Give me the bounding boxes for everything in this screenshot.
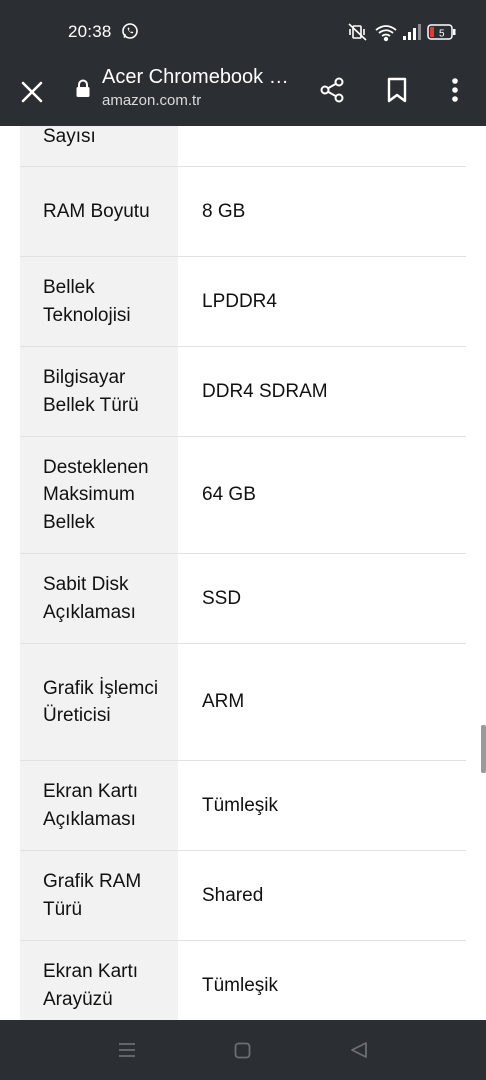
page-content: Bellek Yuvası Sayısı 1 RAM Boyutu 8 GB B… xyxy=(0,126,486,1020)
spec-value: Tümleşik xyxy=(202,974,279,996)
signal-icon xyxy=(403,24,421,40)
recents-button[interactable] xyxy=(118,1042,136,1063)
page-url[interactable]: amazon.com.tr xyxy=(102,92,201,109)
spec-row: Ekran Kartı Arayüzü Tümleşik xyxy=(20,941,466,1020)
spec-table: Bellek Yuvası Sayısı 1 RAM Boyutu 8 GB B… xyxy=(20,126,466,1020)
spec-key: Sabit Disk Açıklaması xyxy=(20,554,178,643)
more-options-button[interactable] xyxy=(437,72,473,108)
spec-key: Ekran Kartı Arayüzü xyxy=(20,941,178,1020)
spec-value: Shared xyxy=(202,884,264,906)
spec-value: Tümleşik xyxy=(202,794,279,816)
back-button[interactable] xyxy=(350,1041,368,1064)
mute-vibrate-icon xyxy=(348,23,367,41)
page-title[interactable]: Acer Chromebook Spin 311 CP311-3H-K1RY D… xyxy=(102,66,298,89)
spec-row: Ekran Kartı Açıklaması Tümleşik xyxy=(20,761,466,851)
recents-icon xyxy=(119,1043,135,1057)
bookmark-button[interactable] xyxy=(379,72,415,108)
close-icon xyxy=(21,81,43,103)
spec-key: Bellek Yuvası Sayısı xyxy=(20,126,178,166)
lock-icon xyxy=(75,79,91,103)
spec-value: LPDDR4 xyxy=(202,290,277,312)
spec-row: Bilgisayar Bellek Türü DDR4 SDRAM xyxy=(20,347,466,437)
back-icon xyxy=(351,1042,367,1058)
spec-value: SSD xyxy=(202,587,242,609)
spec-row: Desteklenen Maksimum Bellek 64 GB xyxy=(20,437,466,554)
status-bar: 20:38 5 xyxy=(0,0,486,62)
spec-key: Grafik RAM Türü xyxy=(20,851,178,940)
spec-row: RAM Boyutu 8 GB xyxy=(20,167,466,257)
home-icon xyxy=(234,1042,251,1059)
spec-row: Sabit Disk Açıklaması SSD xyxy=(20,554,466,644)
spec-row: Bellek Teknolojisi LPDDR4 xyxy=(20,257,466,347)
spec-row: Grafik İşlemci Üreticisi ARM xyxy=(20,644,466,761)
more-vert-icon xyxy=(452,78,458,102)
spec-value: DDR4 SDRAM xyxy=(202,380,328,402)
spec-key: Bilgisayar Bellek Türü xyxy=(20,347,178,436)
spec-value: 64 GB xyxy=(202,484,256,505)
status-time: 20:38 xyxy=(68,22,112,41)
svg-text:5: 5 xyxy=(439,29,445,40)
spec-value: ARM xyxy=(202,691,245,712)
share-icon xyxy=(320,77,344,103)
browser-toolbar: Acer Chromebook Spin 311 CP311-3H-K1RY D… xyxy=(0,62,486,126)
spec-key: Grafik İşlemci Üreticisi xyxy=(20,644,178,760)
spec-key: RAM Boyutu xyxy=(20,167,178,256)
wifi-icon xyxy=(375,25,397,42)
spec-row: Grafik RAM Türü Shared xyxy=(20,851,466,941)
system-nav-bar xyxy=(0,1020,486,1080)
spec-key: Bellek Teknolojisi xyxy=(20,257,178,346)
spec-key: Ekran Kartı Açıklaması xyxy=(20,761,178,850)
share-button[interactable] xyxy=(314,72,350,108)
spec-value: 8 GB xyxy=(202,200,246,222)
spec-key: Desteklenen Maksimum Bellek xyxy=(20,437,178,553)
home-button[interactable] xyxy=(234,1042,251,1064)
whatsapp-icon xyxy=(121,22,139,45)
scrollbar-thumb[interactable] xyxy=(481,725,486,773)
bookmark-icon xyxy=(387,77,407,103)
spec-row: Bellek Yuvası Sayısı 1 xyxy=(20,126,466,167)
spec-value: 1 xyxy=(178,126,466,166)
close-button[interactable] xyxy=(14,74,50,110)
status-icons: 5 xyxy=(348,22,458,42)
